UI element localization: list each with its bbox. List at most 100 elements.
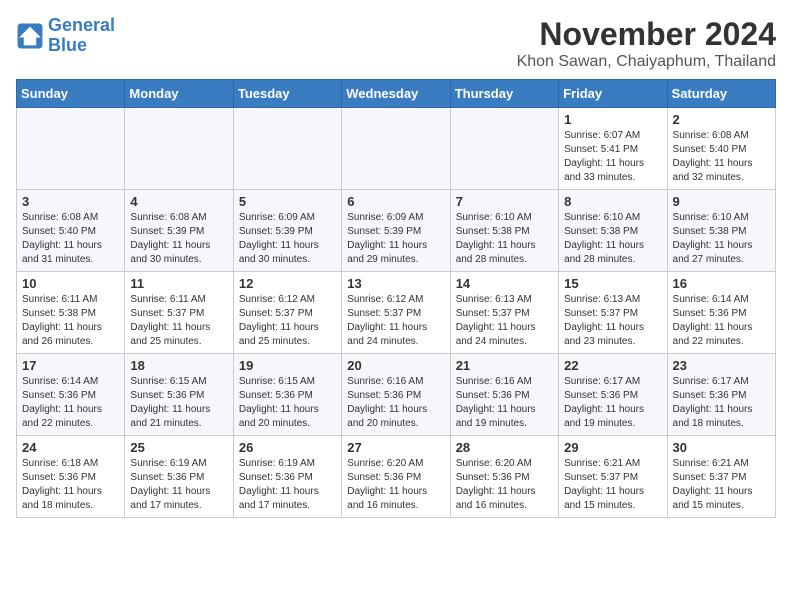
day-info: Sunrise: 6:12 AM Sunset: 5:37 PM Dayligh… (239, 293, 336, 349)
calendar-cell: 5 Sunrise: 6:09 AM Sunset: 5:39 PM Daylig… (233, 190, 341, 272)
day-info: Sunrise: 6:16 AM Sunset: 5:36 PM Dayligh… (347, 375, 444, 431)
day-info: Sunrise: 6:20 AM Sunset: 5:36 PM Dayligh… (456, 457, 553, 513)
day-info: Sunrise: 6:16 AM Sunset: 5:36 PM Dayligh… (456, 375, 553, 431)
day-info: Sunrise: 6:08 AM Sunset: 5:39 PM Dayligh… (130, 211, 227, 267)
day-number: 1 (564, 112, 661, 127)
day-number: 13 (347, 276, 444, 291)
calendar-cell (125, 108, 233, 190)
day-info: Sunrise: 6:08 AM Sunset: 5:40 PM Dayligh… (22, 211, 119, 267)
calendar-cell: 21 Sunrise: 6:16 AM Sunset: 5:36 PM Dayli… (450, 354, 558, 436)
logo-text: GeneralBlue (48, 16, 115, 56)
day-number: 6 (347, 194, 444, 209)
calendar-cell: 4 Sunrise: 6:08 AM Sunset: 5:39 PM Daylig… (125, 190, 233, 272)
weekday-header: Friday (559, 80, 667, 108)
day-info: Sunrise: 6:10 AM Sunset: 5:38 PM Dayligh… (564, 211, 661, 267)
calendar-cell: 6 Sunrise: 6:09 AM Sunset: 5:39 PM Daylig… (342, 190, 450, 272)
day-number: 2 (673, 112, 770, 127)
day-number: 11 (130, 276, 227, 291)
day-info: Sunrise: 6:17 AM Sunset: 5:36 PM Dayligh… (564, 375, 661, 431)
weekday-header: Sunday (17, 80, 125, 108)
day-info: Sunrise: 6:15 AM Sunset: 5:36 PM Dayligh… (239, 375, 336, 431)
calendar-cell: 28 Sunrise: 6:20 AM Sunset: 5:36 PM Dayli… (450, 436, 558, 518)
calendar-cell: 19 Sunrise: 6:15 AM Sunset: 5:36 PM Dayli… (233, 354, 341, 436)
day-info: Sunrise: 6:21 AM Sunset: 5:37 PM Dayligh… (673, 457, 770, 513)
calendar-cell: 29Sunrise: 6:21 AM Sunset: 5:37 PM Dayli… (559, 436, 667, 518)
logo-icon (16, 22, 44, 50)
calendar-cell: 25Sunrise: 6:19 AM Sunset: 5:36 PM Dayli… (125, 436, 233, 518)
day-info: Sunrise: 6:18 AM Sunset: 5:36 PM Dayligh… (22, 457, 119, 513)
day-number: 19 (239, 358, 336, 373)
weekday-header: Thursday (450, 80, 558, 108)
calendar-cell: 2 Sunrise: 6:08 AM Sunset: 5:40 PM Daylig… (667, 108, 775, 190)
day-number: 16 (673, 276, 770, 291)
day-number: 21 (456, 358, 553, 373)
calendar-table: SundayMondayTuesdayWednesdayThursdayFrid… (16, 79, 776, 518)
calendar-cell: 8Sunrise: 6:10 AM Sunset: 5:38 PM Daylig… (559, 190, 667, 272)
day-number: 22 (564, 358, 661, 373)
page-subtitle: Khon Sawan, Chaiyaphum, Thailand (517, 53, 776, 71)
title-block: November 2024 Khon Sawan, Chaiyaphum, Th… (517, 16, 776, 71)
day-number: 23 (673, 358, 770, 373)
day-number: 4 (130, 194, 227, 209)
calendar-cell: 20 Sunrise: 6:16 AM Sunset: 5:36 PM Dayli… (342, 354, 450, 436)
page-title: November 2024 (517, 16, 776, 53)
calendar-cell: 7 Sunrise: 6:10 AM Sunset: 5:38 PM Daylig… (450, 190, 558, 272)
day-info: Sunrise: 6:19 AM Sunset: 5:36 PM Dayligh… (130, 457, 227, 513)
day-info: Sunrise: 6:09 AM Sunset: 5:39 PM Dayligh… (347, 211, 444, 267)
calendar-cell: 16Sunrise: 6:14 AM Sunset: 5:36 PM Dayli… (667, 272, 775, 354)
day-info: Sunrise: 6:15 AM Sunset: 5:36 PM Dayligh… (130, 375, 227, 431)
day-info: Sunrise: 6:10 AM Sunset: 5:38 PM Dayligh… (673, 211, 770, 267)
calendar-cell: 22 Sunrise: 6:17 AM Sunset: 5:36 PM Dayli… (559, 354, 667, 436)
calendar-cell: 18 Sunrise: 6:15 AM Sunset: 5:36 PM Dayli… (125, 354, 233, 436)
day-info: Sunrise: 6:11 AM Sunset: 5:37 PM Dayligh… (130, 293, 227, 349)
weekday-header: Saturday (667, 80, 775, 108)
calendar-cell: 15 Sunrise: 6:13 AM Sunset: 5:37 PM Dayli… (559, 272, 667, 354)
day-info: Sunrise: 6:11 AM Sunset: 5:38 PM Dayligh… (22, 293, 119, 349)
day-info: Sunrise: 6:14 AM Sunset: 5:36 PM Dayligh… (22, 375, 119, 431)
calendar-cell: 10 Sunrise: 6:11 AM Sunset: 5:38 PM Dayli… (17, 272, 125, 354)
day-info: Sunrise: 6:10 AM Sunset: 5:38 PM Dayligh… (456, 211, 553, 267)
calendar-cell: 12 Sunrise: 6:12 AM Sunset: 5:37 PM Dayli… (233, 272, 341, 354)
calendar-cell: 24 Sunrise: 6:18 AM Sunset: 5:36 PM Dayli… (17, 436, 125, 518)
day-number: 20 (347, 358, 444, 373)
calendar-cell (233, 108, 341, 190)
calendar-cell: 17Sunrise: 6:14 AM Sunset: 5:36 PM Dayli… (17, 354, 125, 436)
calendar-cell: 13Sunrise: 6:12 AM Sunset: 5:37 PM Dayli… (342, 272, 450, 354)
day-number: 7 (456, 194, 553, 209)
day-number: 10 (22, 276, 119, 291)
calendar-cell (342, 108, 450, 190)
day-number: 30 (673, 440, 770, 455)
day-number: 5 (239, 194, 336, 209)
day-number: 3 (22, 194, 119, 209)
calendar-cell (450, 108, 558, 190)
logo: GeneralBlue (16, 16, 115, 56)
day-info: Sunrise: 6:08 AM Sunset: 5:40 PM Dayligh… (673, 129, 770, 185)
day-number: 15 (564, 276, 661, 291)
calendar-cell: 26 Sunrise: 6:19 AM Sunset: 5:36 PM Dayli… (233, 436, 341, 518)
calendar-cell: 27Sunrise: 6:20 AM Sunset: 5:36 PM Dayli… (342, 436, 450, 518)
day-info: Sunrise: 6:19 AM Sunset: 5:36 PM Dayligh… (239, 457, 336, 513)
day-number: 28 (456, 440, 553, 455)
calendar-cell: 3 Sunrise: 6:08 AM Sunset: 5:40 PM Daylig… (17, 190, 125, 272)
day-number: 18 (130, 358, 227, 373)
day-info: Sunrise: 6:13 AM Sunset: 5:37 PM Dayligh… (456, 293, 553, 349)
day-number: 12 (239, 276, 336, 291)
calendar-cell: 23 Sunrise: 6:17 AM Sunset: 5:36 PM Dayli… (667, 354, 775, 436)
calendar-cell (17, 108, 125, 190)
day-info: Sunrise: 6:17 AM Sunset: 5:36 PM Dayligh… (673, 375, 770, 431)
day-number: 9 (673, 194, 770, 209)
day-number: 24 (22, 440, 119, 455)
day-info: Sunrise: 6:07 AM Sunset: 5:41 PM Dayligh… (564, 129, 661, 185)
calendar-cell: 14Sunrise: 6:13 AM Sunset: 5:37 PM Dayli… (450, 272, 558, 354)
calendar-cell: 9 Sunrise: 6:10 AM Sunset: 5:38 PM Daylig… (667, 190, 775, 272)
page-header: GeneralBlue November 2024 Khon Sawan, Ch… (16, 16, 776, 71)
calendar-cell: 11 Sunrise: 6:11 AM Sunset: 5:37 PM Dayli… (125, 272, 233, 354)
day-info: Sunrise: 6:13 AM Sunset: 5:37 PM Dayligh… (564, 293, 661, 349)
weekday-header: Wednesday (342, 80, 450, 108)
day-info: Sunrise: 6:20 AM Sunset: 5:36 PM Dayligh… (347, 457, 444, 513)
day-number: 26 (239, 440, 336, 455)
day-info: Sunrise: 6:09 AM Sunset: 5:39 PM Dayligh… (239, 211, 336, 267)
calendar-cell: 30 Sunrise: 6:21 AM Sunset: 5:37 PM Dayli… (667, 436, 775, 518)
day-info: Sunrise: 6:21 AM Sunset: 5:37 PM Dayligh… (564, 457, 661, 513)
calendar-cell: 1 Sunrise: 6:07 AM Sunset: 5:41 PM Daylig… (559, 108, 667, 190)
